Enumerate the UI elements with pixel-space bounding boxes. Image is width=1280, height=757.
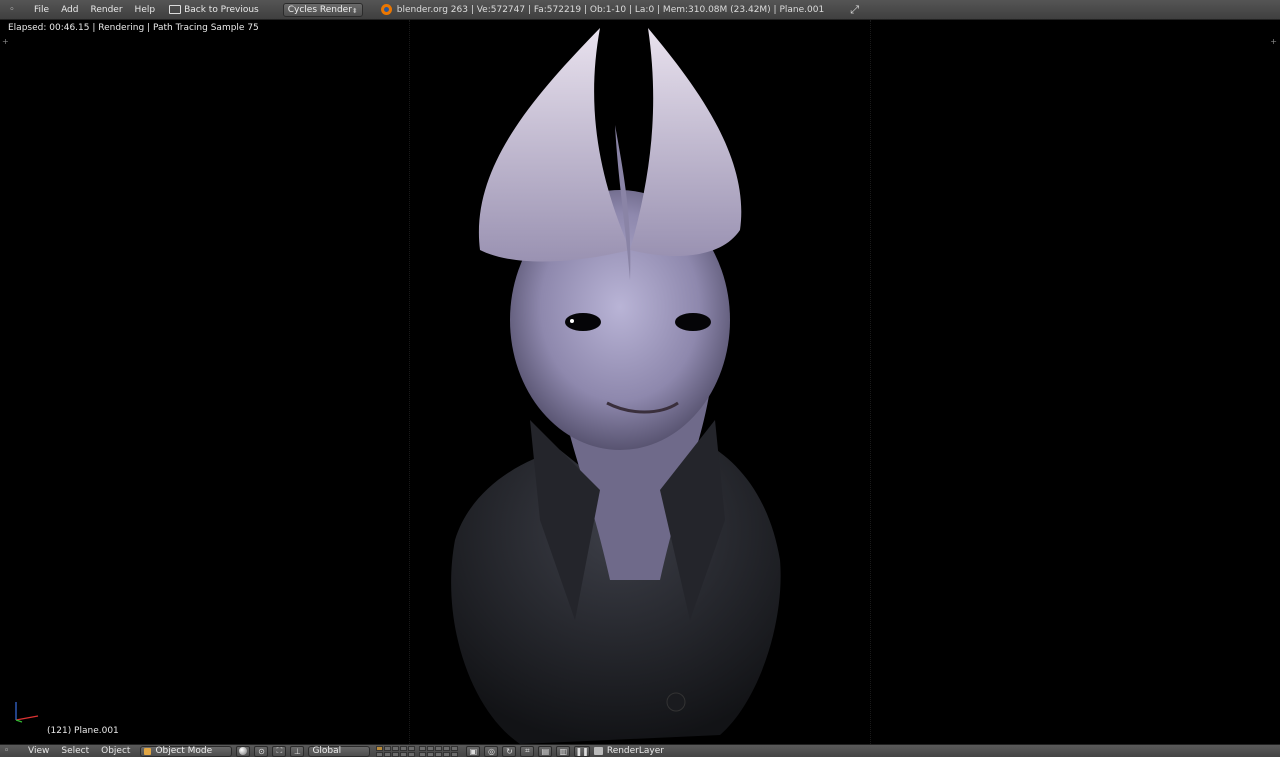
layer-block-2[interactable] bbox=[419, 745, 459, 757]
render-engine-value: Cycles Render bbox=[287, 4, 352, 15]
back-to-previous-button[interactable]: Back to Previous bbox=[169, 5, 259, 15]
active-object-label: (121) Plane.001 bbox=[47, 726, 119, 736]
pivot-point-button[interactable]: ⊙ bbox=[254, 745, 269, 757]
scene-layers[interactable] bbox=[376, 745, 462, 757]
render-layer-field[interactable]: RenderLayer bbox=[593, 746, 664, 756]
region-expand-left-icon[interactable]: + bbox=[2, 37, 9, 46]
axis-gizmo-icon bbox=[15, 702, 39, 723]
screen-back-icon bbox=[169, 5, 182, 14]
editor-type-icon[interactable]: ◦ bbox=[4, 746, 18, 756]
menu-render[interactable]: Render bbox=[85, 0, 129, 20]
render-layer-value: RenderLayer bbox=[606, 746, 664, 756]
3d-viewport[interactable]: Elapsed: 00:46.15 | Rendering | Path Tra… bbox=[0, 20, 1280, 744]
object-mode-icon bbox=[144, 747, 152, 755]
menu-select[interactable]: Select bbox=[55, 746, 95, 756]
render-animation-button[interactable]: ▥ bbox=[556, 745, 571, 757]
rendered-character-bust bbox=[451, 28, 781, 744]
info-header: ◦ File Add Render Help Back to Previous … bbox=[0, 0, 1280, 20]
manipulator-toggle-button[interactable]: ⛶ bbox=[272, 745, 287, 757]
menu-help[interactable]: Help bbox=[129, 0, 162, 20]
transform-orientation-value: Global bbox=[312, 746, 342, 756]
updown-arrows-icon: ⬍ bbox=[351, 6, 358, 15]
render-image-button[interactable]: ▤ bbox=[538, 745, 553, 757]
shading-sphere-icon bbox=[239, 747, 248, 755]
region-expand-right-icon[interactable]: + bbox=[1270, 37, 1277, 46]
interaction-mode-value: Object Mode bbox=[155, 746, 213, 756]
editor-type-icon[interactable]: ◦ bbox=[4, 2, 20, 18]
back-to-previous-label: Back to Previous bbox=[184, 4, 259, 15]
menu-view[interactable]: View bbox=[22, 746, 55, 756]
snap-element-button[interactable]: ⌗ bbox=[520, 745, 535, 757]
render-engine-select[interactable]: Cycles Render ⬍ bbox=[282, 2, 363, 17]
view-menu: View Select Object bbox=[22, 746, 136, 756]
menu-add[interactable]: Add bbox=[55, 0, 84, 20]
render-layer-icon bbox=[593, 747, 603, 755]
menu-object[interactable]: Object bbox=[95, 746, 136, 756]
transform-orientation-select[interactable]: Global bbox=[308, 745, 371, 757]
layer-block-1[interactable] bbox=[376, 745, 416, 757]
viewport-shading-button[interactable] bbox=[236, 745, 251, 757]
snap-toggle-button[interactable]: ↻ bbox=[502, 745, 517, 757]
fullscreen-toggle-icon[interactable]: ⤢ bbox=[850, 3, 859, 17]
lock-layers-button[interactable]: ▣ bbox=[466, 745, 481, 757]
interaction-mode-select[interactable]: Object Mode bbox=[140, 745, 233, 757]
transform-manipulator-button[interactable]: ⊥ bbox=[290, 745, 305, 757]
blender-logo-icon bbox=[380, 4, 392, 15]
menu-file[interactable]: File bbox=[28, 0, 55, 20]
3d-view-header: ◦ View Select Object Object Mode ⊙ ⛶ ⊥ G… bbox=[0, 744, 1280, 757]
scene-stats: blender.org 263 | Ve:572747 | Fa:572219 … bbox=[396, 4, 825, 15]
render-status-text: Elapsed: 00:46.15 | Rendering | Path Tra… bbox=[8, 23, 259, 33]
pause-render-button[interactable]: ❚❚ bbox=[574, 745, 590, 757]
info-menu: File Add Render Help bbox=[28, 0, 161, 20]
proportional-edit-button[interactable]: ◎ bbox=[484, 745, 499, 757]
